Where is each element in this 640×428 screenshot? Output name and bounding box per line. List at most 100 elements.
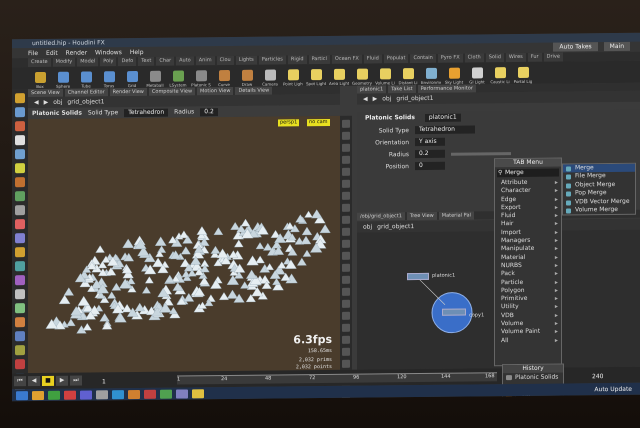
menu-edit[interactable]: Edit	[46, 49, 58, 56]
shelf-tool[interactable]: Point Light	[283, 69, 303, 86]
shelf-tool[interactable]: Platonic S	[191, 70, 211, 87]
tool-icon[interactable]	[15, 163, 25, 174]
display-option-icon[interactable]	[342, 143, 350, 152]
taskbar-app-icon[interactable]	[112, 389, 124, 399]
display-option-icon[interactable]	[342, 299, 350, 308]
path-context[interactable]: obj	[363, 224, 372, 231]
network-node-platonic[interactable]	[407, 272, 429, 281]
radius-param[interactable]: 0.2	[415, 149, 445, 159]
shelf-tool[interactable]: Geometry	[352, 68, 372, 86]
pane-tab[interactable]: Tree View	[406, 211, 437, 221]
display-option-icon[interactable]	[342, 131, 350, 140]
desk-tab-auto-takes[interactable]: Auto Takes	[553, 42, 598, 52]
path-context[interactable]: obj	[53, 99, 62, 106]
shelf-tab[interactable]: Particles	[258, 55, 286, 65]
taskbar-app-icon[interactable]	[64, 390, 76, 400]
desk-tab-main[interactable]: Main	[603, 41, 630, 52]
taskbar-app-icon[interactable]	[32, 390, 44, 400]
taskbar-app-icon[interactable]	[128, 389, 140, 399]
step-back-icon[interactable]: ◀	[28, 375, 40, 387]
tool-icon[interactable]	[15, 261, 25, 272]
display-option-icon[interactable]	[342, 215, 350, 224]
shelf-tab[interactable]: Defo	[118, 56, 137, 67]
path-node[interactable]: grid_object1	[377, 223, 414, 230]
path-node[interactable]: grid_object1	[396, 95, 433, 102]
position-param[interactable]: 0	[415, 161, 445, 171]
shelf-tab[interactable]: Rigid	[287, 55, 307, 65]
stop-icon[interactable]: ■	[42, 375, 54, 386]
3d-viewport[interactable]: persp1 no cam 6.3fps 158.65ms 2,032 prim…	[28, 115, 340, 374]
shelf-tool[interactable]: Caustic Li	[490, 67, 510, 84]
menu-render[interactable]: Render	[66, 49, 87, 56]
path-node[interactable]: grid_object1	[67, 98, 104, 105]
tool-icon[interactable]	[15, 331, 25, 342]
params-node-name[interactable]: platonic1	[424, 113, 461, 122]
shelf-tool[interactable]: Box	[30, 71, 50, 89]
display-option-icon[interactable]	[342, 167, 350, 176]
tool-icon[interactable]	[15, 219, 25, 230]
display-option-icon[interactable]	[342, 155, 350, 164]
pane-tab[interactable]: /obj/grid_object1	[357, 212, 405, 221]
display-option-icon[interactable]	[342, 275, 350, 284]
forward-arrow-icon[interactable]: ▶	[373, 95, 378, 102]
display-option-icon[interactable]	[342, 179, 350, 188]
shelf-tool[interactable]: LSystem	[168, 70, 188, 88]
shelf-tool[interactable]: Sphere	[53, 71, 73, 89]
tool-icon[interactable]	[15, 289, 25, 300]
shelf-tool[interactable]: Draw	[237, 69, 257, 87]
tool-icon[interactable]	[15, 345, 25, 356]
display-option-icon[interactable]	[342, 251, 350, 260]
shelf-tool[interactable]: Torus	[99, 71, 119, 88]
end-frame[interactable]: 240	[592, 373, 603, 380]
current-frame[interactable]: 1	[102, 378, 106, 385]
taskbar-app-icon[interactable]	[80, 389, 92, 400]
shelf-tab[interactable]: Auto	[176, 56, 194, 66]
back-arrow-icon[interactable]: ◀	[34, 99, 39, 106]
display-option-icon[interactable]	[342, 287, 350, 296]
tool-icon[interactable]	[15, 247, 25, 258]
network-node-copy[interactable]	[442, 308, 466, 316]
radius-field[interactable]: 0.2	[200, 107, 218, 116]
shelf-tool[interactable]: Distant Li	[398, 68, 418, 85]
shelf-tab[interactable]: Modify	[52, 57, 76, 67]
merge-result-item[interactable]: Volume Merge	[563, 206, 635, 215]
menu-windows[interactable]: Windows	[95, 49, 122, 56]
taskbar-app-icon[interactable]	[96, 389, 108, 399]
menu-file[interactable]: File	[28, 50, 38, 57]
solid-type-param[interactable]: Tetrahedron	[415, 125, 475, 135]
jump-end-icon[interactable]: ⏭	[70, 375, 82, 386]
display-option-icon[interactable]	[342, 119, 350, 128]
jump-start-icon[interactable]: ⏮	[14, 376, 26, 387]
tool-icon[interactable]	[15, 303, 25, 314]
display-option-icon[interactable]	[342, 263, 350, 272]
forward-arrow-icon[interactable]: ▶	[44, 99, 49, 106]
solid-type-select[interactable]: Tetrahedron	[124, 108, 169, 117]
taskbar-app-icon[interactable]	[16, 390, 28, 400]
pane-tab[interactable]: Take List	[388, 85, 416, 94]
display-option-icon[interactable]	[342, 227, 350, 236]
display-option-icon[interactable]	[342, 335, 350, 344]
shelf-tab[interactable]: Populat	[383, 54, 409, 64]
shelf-tool[interactable]: Volume Li	[375, 68, 395, 85]
shelf-tab[interactable]: Poly	[100, 57, 117, 67]
menu-help[interactable]: Help	[130, 48, 144, 55]
taskbar-app-icon[interactable]	[48, 390, 60, 400]
shelf-tab[interactable]: Model	[77, 57, 99, 67]
display-option-icon[interactable]	[342, 239, 350, 248]
shelf-tool[interactable]: Camera	[260, 69, 280, 87]
shelf-tool[interactable]: Tube	[76, 71, 96, 89]
shelf-tab[interactable]: Lights	[235, 55, 257, 65]
shelf-tab[interactable]: Wires	[505, 52, 526, 63]
tool-icon[interactable]	[15, 233, 25, 244]
display-option-icon[interactable]	[342, 359, 350, 368]
tab-menu-category[interactable]: All	[495, 336, 561, 345]
tool-icon[interactable]	[15, 107, 25, 118]
shelf-tool[interactable]: Sky Light	[444, 67, 464, 85]
tool-icon[interactable]	[15, 317, 25, 328]
radius-slider[interactable]	[451, 151, 511, 156]
shelf-tab[interactable]: Char	[156, 56, 175, 66]
back-arrow-icon[interactable]: ◀	[363, 96, 368, 103]
shelf-tab[interactable]: Solid	[485, 53, 504, 63]
shelf-tool[interactable]: Curve	[214, 70, 234, 87]
orientation-param[interactable]: Y axis	[415, 137, 445, 147]
